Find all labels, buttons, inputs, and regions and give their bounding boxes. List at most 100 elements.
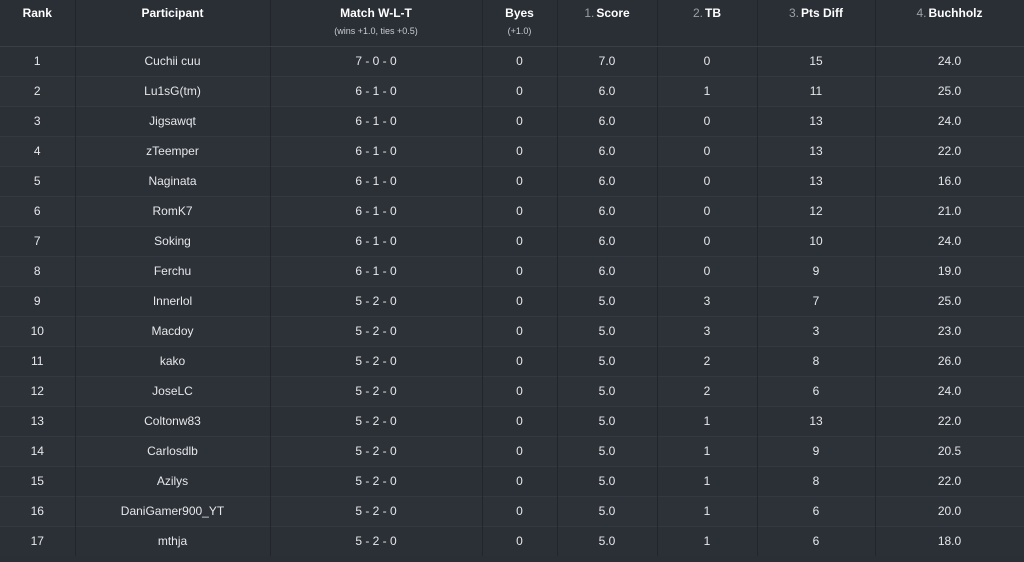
tb-cell: 2 (657, 345, 758, 376)
match-record-cell: 5 - 2 - 0 (270, 375, 483, 406)
match-record-cell: 6 - 1 - 0 (270, 105, 483, 136)
match-record-cell: 5 - 2 - 0 (270, 435, 483, 466)
participant-cell[interactable]: Naginata (75, 165, 271, 196)
tb-cell: 0 (657, 165, 758, 196)
rank-cell: 8 (0, 255, 76, 286)
tb-cell: 1 (657, 405, 758, 436)
header-byes-subtitle: (+1.0) (507, 26, 532, 36)
score-cell: 7.0 (557, 45, 658, 76)
tb-cell: 1 (657, 495, 758, 526)
table-row[interactable]: 11 kako 5 - 2 - 0 0 5.0 2 8 26.0 (0, 345, 1024, 376)
table-row[interactable]: 16 DaniGamer900_YT 5 - 2 - 0 0 5.0 1 6 20.0 (0, 495, 1024, 526)
match-record-cell: 5 - 2 - 0 (270, 285, 483, 316)
participant-cell[interactable]: Lu1sG(tm) (75, 75, 271, 106)
score-cell: 5.0 (557, 285, 658, 316)
pts-diff-cell: 3 (757, 315, 876, 346)
table-row[interactable]: 14 Carlosdlb 5 - 2 - 0 0 5.0 1 9 20.5 (0, 435, 1024, 466)
table-header: Rank Participant Match W-L-T (wins +1.0,… (0, 0, 1024, 47)
buchholz-cell: 22.0 (875, 465, 1024, 496)
pts-diff-cell: 6 (757, 375, 876, 406)
match-record-cell: 6 - 1 - 0 (270, 75, 483, 106)
byes-cell: 0 (482, 435, 558, 466)
score-cell: 5.0 (557, 495, 658, 526)
tb-cell: 3 (657, 285, 758, 316)
table-row[interactable]: 3 Jigsawqt 6 - 1 - 0 0 6.0 0 13 24.0 (0, 105, 1024, 136)
tb-cell: 2 (657, 375, 758, 406)
table-row[interactable]: 6 RomK7 6 - 1 - 0 0 6.0 0 12 21.0 (0, 195, 1024, 226)
participant-cell[interactable]: Cuchii cuu (75, 45, 271, 76)
rank-cell: 1 (0, 45, 76, 76)
match-record-cell: 6 - 1 - 0 (270, 225, 483, 256)
table-row[interactable]: 15 Azilys 5 - 2 - 0 0 5.0 1 8 22.0 (0, 465, 1024, 496)
tiebreak-order: 1. (584, 6, 595, 20)
table-row[interactable]: 17 mthja 5 - 2 - 0 0 5.0 1 6 18.0 (0, 525, 1024, 556)
participant-cell[interactable]: Jigsawqt (75, 105, 271, 136)
participant-cell[interactable]: DaniGamer900_YT (75, 495, 271, 526)
participant-cell[interactable]: Coltonw83 (75, 405, 271, 436)
header-byes[interactable]: Byes (+1.0) (482, 0, 558, 47)
buchholz-cell: 24.0 (875, 375, 1024, 406)
rank-cell: 10 (0, 315, 76, 346)
rank-cell: 4 (0, 135, 76, 166)
participant-cell[interactable]: Macdoy (75, 315, 271, 346)
match-record-cell: 5 - 2 - 0 (270, 345, 483, 376)
score-cell: 5.0 (557, 525, 658, 556)
table-row[interactable]: 9 Innerlol 5 - 2 - 0 0 5.0 3 7 25.0 (0, 285, 1024, 316)
participant-cell[interactable]: JoseLC (75, 375, 271, 406)
participant-cell[interactable]: RomK7 (75, 195, 271, 226)
participant-cell[interactable]: Ferchu (75, 255, 271, 286)
table-row[interactable]: 4 zTeemper 6 - 1 - 0 0 6.0 0 13 22.0 (0, 135, 1024, 166)
participant-cell[interactable]: Carlosdlb (75, 435, 271, 466)
score-cell: 5.0 (557, 345, 658, 376)
rank-cell: 11 (0, 345, 76, 376)
match-record-cell: 6 - 1 - 0 (270, 195, 483, 226)
match-record-cell: 5 - 2 - 0 (270, 495, 483, 526)
tb-cell: 0 (657, 105, 758, 136)
table-row[interactable]: 10 Macdoy 5 - 2 - 0 0 5.0 3 3 23.0 (0, 315, 1024, 346)
header-rank[interactable]: Rank (0, 0, 76, 47)
buchholz-cell: 25.0 (875, 75, 1024, 106)
byes-cell: 0 (482, 195, 558, 226)
participant-cell[interactable]: Innerlol (75, 285, 271, 316)
table-row[interactable]: 1 Cuchii cuu 7 - 0 - 0 0 7.0 0 15 24.0 (0, 45, 1024, 76)
header-match[interactable]: Match W-L-T (wins +1.0, ties +0.5) (270, 0, 483, 47)
participant-cell[interactable]: Azilys (75, 465, 271, 496)
buchholz-cell: 24.0 (875, 45, 1024, 76)
table-row[interactable]: 5 Naginata 6 - 1 - 0 0 6.0 0 13 16.0 (0, 165, 1024, 196)
table-row[interactable]: 13 Coltonw83 5 - 2 - 0 0 5.0 1 13 22.0 (0, 405, 1024, 436)
rank-cell: 2 (0, 75, 76, 106)
byes-cell: 0 (482, 285, 558, 316)
participant-cell[interactable]: zTeemper (75, 135, 271, 166)
rank-cell: 3 (0, 105, 76, 136)
buchholz-cell: 20.5 (875, 435, 1024, 466)
tiebreak-order: 3. (788, 6, 799, 20)
header-buchholz[interactable]: 4. Buchholz (875, 0, 1024, 47)
participant-cell[interactable]: kako (75, 345, 271, 376)
score-cell: 6.0 (557, 135, 658, 166)
buchholz-cell: 21.0 (875, 195, 1024, 226)
standings-table: Rank Participant Match W-L-T (wins +1.0,… (0, 0, 1024, 556)
table-body: 1 Cuchii cuu 7 - 0 - 0 0 7.0 0 15 24.0 2 Lu1sG(tm… (0, 45, 1024, 556)
header-pts-diff[interactable]: 3. Pts Diff (757, 0, 876, 47)
header-score[interactable]: 1. Score (557, 0, 658, 47)
header-tb[interactable]: 2. TB (657, 0, 758, 47)
table-row[interactable]: 8 Ferchu 6 - 1 - 0 0 6.0 0 9 19.0 (0, 255, 1024, 286)
table-row[interactable]: 7 Soking 6 - 1 - 0 0 6.0 0 10 24.0 (0, 225, 1024, 256)
table-row[interactable]: 12 JoseLC 5 - 2 - 0 0 5.0 2 6 24.0 (0, 375, 1024, 406)
pts-diff-cell: 9 (757, 255, 876, 286)
header-participant[interactable]: Participant (75, 0, 271, 47)
match-record-cell: 5 - 2 - 0 (270, 465, 483, 496)
buchholz-cell: 18.0 (875, 525, 1024, 556)
pts-diff-cell: 8 (757, 465, 876, 496)
pts-diff-cell: 13 (757, 105, 876, 136)
participant-cell[interactable]: Soking (75, 225, 271, 256)
match-record-cell: 6 - 1 - 0 (270, 135, 483, 166)
pts-diff-cell: 10 (757, 225, 876, 256)
tb-cell: 0 (657, 45, 758, 76)
buchholz-cell: 22.0 (875, 405, 1024, 436)
pts-diff-cell: 11 (757, 75, 876, 106)
participant-cell[interactable]: mthja (75, 525, 271, 556)
rank-cell: 17 (0, 525, 76, 556)
table-row[interactable]: 2 Lu1sG(tm) 6 - 1 - 0 0 6.0 1 11 25.0 (0, 75, 1024, 106)
match-record-cell: 5 - 2 - 0 (270, 315, 483, 346)
